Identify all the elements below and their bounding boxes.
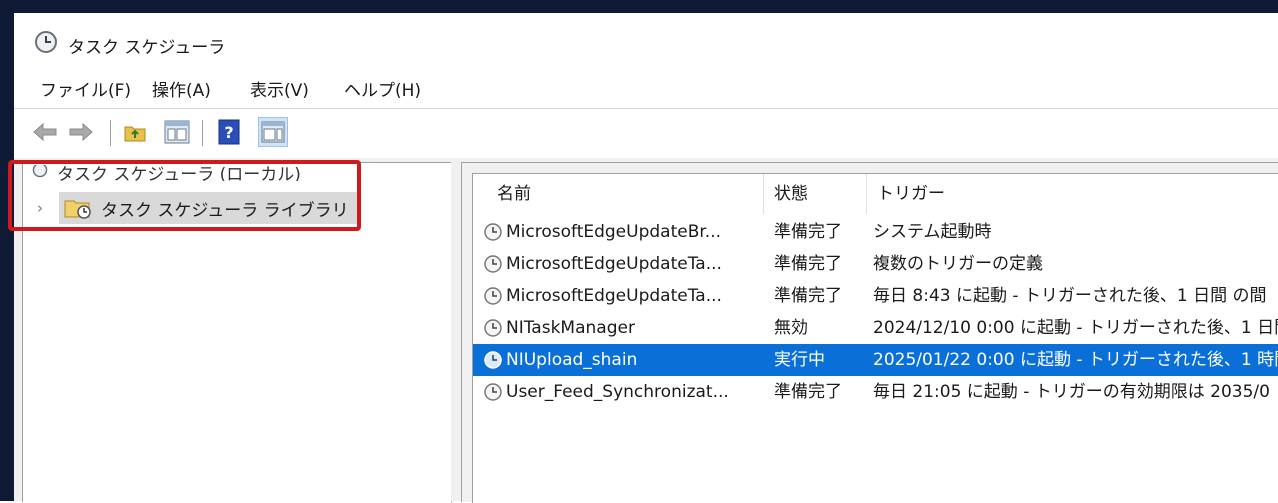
task-name: User_Feed_Synchronizat... (506, 382, 729, 402)
desktop-frame-left (0, 0, 14, 501)
show-console-tree-button[interactable] (162, 117, 192, 147)
clock-icon (32, 165, 48, 178)
task-status: 準備完了 (774, 222, 842, 242)
column-header-name[interactable]: 名前 (487, 174, 768, 214)
task-name: MicrosoftEdgeUpdateTa... (506, 286, 722, 306)
back-arrow-icon (33, 122, 57, 142)
table-row-selected[interactable]: NIUpload_shain 実行中 2025/01/22 0:00 に起動 -… (473, 344, 1278, 376)
forward-button[interactable] (66, 117, 96, 147)
menu-divider (14, 108, 1278, 109)
svg-text:?: ? (224, 123, 233, 142)
task-status: 準備完了 (774, 254, 842, 274)
task-trigger: 毎日 21:05 に起動 - トリガーの有効期限は 2035/0 (873, 382, 1270, 402)
task-name: NIUpload_shain (506, 350, 638, 370)
task-list: 名前 状態 トリガー MicrosoftEdgeUpdateBr... 準備完了… (472, 173, 1278, 503)
forward-arrow-icon (69, 122, 93, 142)
task-trigger: 複数のトリガーの定義 (873, 254, 1043, 274)
task-icon (484, 351, 502, 369)
table-row[interactable]: NITaskManager 無効 2024/12/10 0:00 に起動 - ト… (473, 312, 1278, 344)
menu-action[interactable]: 操作(A) (146, 76, 217, 106)
task-status: 実行中 (774, 350, 825, 370)
table-row[interactable]: MicrosoftEdgeUpdateTa... 準備完了 毎日 8:43 に起… (473, 280, 1278, 312)
task-icon (484, 255, 502, 273)
table-row[interactable]: MicrosoftEdgeUpdateBr... 準備完了 システム起動時 (473, 216, 1278, 248)
console-tree-pane: タスク スケジューラ (ローカル) › タスク スケジューラ ライブラリ (22, 162, 452, 502)
main-content: タスク スケジューラ (ローカル) › タスク スケジューラ ライブラリ 名前 (14, 158, 1278, 503)
column-header-status[interactable]: 状態 (763, 174, 866, 214)
tree-root-label: タスク スケジューラ (ローカル) (57, 165, 301, 181)
window-title: タスク スケジューラ (68, 38, 226, 58)
pane-splitter[interactable] (451, 158, 461, 501)
folder-up-icon (124, 126, 146, 142)
action-pane-icon (261, 121, 285, 143)
toolbar: ? (14, 111, 1278, 155)
title-bar[interactable]: タスク スケジューラ (14, 13, 1278, 73)
task-name: MicrosoftEdgeUpdateTa... (506, 254, 722, 274)
column-header-trigger[interactable]: トリガー (866, 174, 1278, 214)
task-icon (484, 383, 502, 401)
task-name: NITaskManager (506, 318, 635, 338)
menu-file[interactable]: ファイル(F) (34, 76, 137, 106)
show-action-pane-button[interactable] (258, 117, 288, 147)
task-trigger: 毎日 8:43 に起動 - トリガーされた後、1 日間 の間 (873, 286, 1267, 306)
tree-root[interactable]: タスク スケジューラ (ローカル) (29, 165, 301, 187)
menu-help[interactable]: ヘルプ(H) (338, 76, 427, 106)
task-icon (484, 223, 502, 241)
help-icon: ? (218, 119, 240, 145)
desktop-frame-top (0, 0, 1278, 13)
task-icon (484, 319, 502, 337)
tree-item-library[interactable]: タスク スケジューラ ライブラリ (59, 192, 357, 224)
task-status: 準備完了 (774, 382, 842, 402)
task-scheduler-window: タスク スケジューラ ファイル(F) 操作(A) 表示(V) ヘルプ(H) ? … (14, 13, 1278, 503)
menu-bar: ファイル(F) 操作(A) 表示(V) ヘルプ(H) (14, 76, 1278, 108)
task-trigger: システム起動時 (873, 222, 992, 242)
chevron-right-icon[interactable]: › (37, 199, 53, 217)
task-trigger: 2025/01/22 0:00 に起動 - トリガーされた後、1 時間 (873, 350, 1278, 370)
back-button[interactable] (30, 117, 60, 147)
task-list-header: 名前 状態 トリガー (473, 174, 1278, 214)
toolbar-separator (110, 120, 111, 146)
table-row[interactable]: MicrosoftEdgeUpdateTa... 準備完了 複数のトリガーの定義 (473, 248, 1278, 280)
task-list-pane: 名前 状態 トリガー MicrosoftEdgeUpdateBr... 準備完了… (461, 162, 1278, 503)
task-icon (484, 287, 502, 305)
up-folder-button[interactable] (120, 117, 150, 147)
task-status: 無効 (774, 318, 808, 338)
scheduled-folder-icon (64, 200, 91, 219)
table-row[interactable]: User_Feed_Synchronizat... 準備完了 毎日 21:05 … (473, 376, 1278, 408)
help-button[interactable]: ? (214, 117, 244, 147)
toolbar-separator (202, 120, 203, 146)
task-trigger: 2024/12/10 0:00 に起動 - トリガーされた後、1 日間 (873, 318, 1278, 338)
task-status: 準備完了 (774, 286, 842, 306)
task-name: MicrosoftEdgeUpdateBr... (506, 222, 722, 242)
clock-icon (35, 31, 57, 53)
console-tree-icon (164, 120, 190, 144)
tree-node-library[interactable]: › タスク スケジューラ ライブラリ (37, 192, 357, 224)
menu-view[interactable]: 表示(V) (244, 76, 315, 106)
tree-item-library-label: タスク スケジューラ ライブラリ (101, 200, 349, 221)
